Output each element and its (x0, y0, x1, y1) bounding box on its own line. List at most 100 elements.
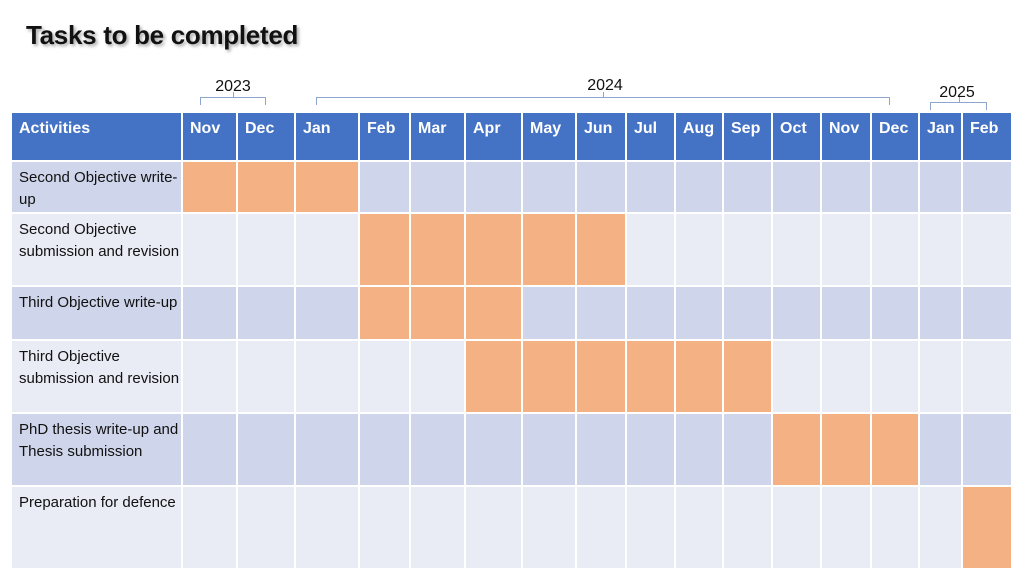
empty-cell (963, 214, 1013, 287)
empty-cell (872, 214, 920, 287)
empty-cell (773, 162, 822, 214)
empty-cell (523, 162, 577, 214)
empty-cell (411, 341, 466, 414)
empty-cell (360, 162, 411, 214)
task-bar-cell (360, 287, 411, 341)
task-bar-cell (577, 214, 627, 287)
empty-cell (920, 487, 963, 570)
empty-cell (577, 162, 627, 214)
task-bar-cell (963, 487, 1013, 570)
task-label: Second Objective write-up (12, 162, 183, 214)
empty-cell (411, 414, 466, 487)
task-label: Third Objective submission and revision (12, 341, 183, 414)
empty-cell (773, 487, 822, 570)
empty-cell (296, 214, 360, 287)
empty-cell (627, 214, 676, 287)
empty-cell (360, 414, 411, 487)
empty-cell (466, 162, 523, 214)
task-bar-cell (724, 341, 773, 414)
task-bar-cell (773, 414, 822, 487)
empty-cell (822, 162, 872, 214)
header-month: Apr (466, 113, 523, 162)
header-month: Feb (963, 113, 1013, 162)
empty-cell (238, 487, 296, 570)
empty-cell (920, 341, 963, 414)
empty-cell (238, 214, 296, 287)
task-bar-cell (577, 341, 627, 414)
task-bar-cell (466, 214, 523, 287)
empty-cell (627, 487, 676, 570)
task-bar-cell (822, 414, 872, 487)
empty-cell (523, 414, 577, 487)
header-month: Feb (360, 113, 411, 162)
empty-cell (724, 487, 773, 570)
empty-cell (724, 414, 773, 487)
empty-cell (183, 487, 238, 570)
empty-cell (627, 287, 676, 341)
empty-cell (724, 214, 773, 287)
empty-cell (296, 287, 360, 341)
task-label: PhD thesis write-up and Thesis submissio… (12, 414, 183, 487)
empty-cell (296, 487, 360, 570)
task-bar-cell (676, 341, 724, 414)
header-month: Mar (411, 113, 466, 162)
empty-cell (523, 287, 577, 341)
empty-cell (920, 214, 963, 287)
task-bar-cell (238, 162, 296, 214)
header-month: Aug (676, 113, 724, 162)
empty-cell (411, 487, 466, 570)
header-month: Jan (920, 113, 963, 162)
empty-cell (872, 341, 920, 414)
empty-cell (238, 341, 296, 414)
header-month: Dec (238, 113, 296, 162)
task-bar-cell (872, 414, 920, 487)
task-bar-cell (627, 341, 676, 414)
header-month: Jun (577, 113, 627, 162)
empty-cell (724, 162, 773, 214)
empty-cell (360, 341, 411, 414)
empty-cell (872, 287, 920, 341)
empty-cell (773, 341, 822, 414)
empty-cell (676, 214, 724, 287)
empty-cell (183, 214, 238, 287)
empty-cell (822, 287, 872, 341)
empty-cell (183, 287, 238, 341)
gantt-table: Activities Nov Dec Jan Feb Mar Apr May Jun Jul Aug… (0, 0, 1024, 576)
task-bar-cell (296, 162, 360, 214)
header-month: May (523, 113, 577, 162)
empty-cell (822, 487, 872, 570)
empty-cell (773, 287, 822, 341)
empty-cell (822, 214, 872, 287)
header-month: Sep (724, 113, 773, 162)
task-bar-cell (523, 341, 577, 414)
task-label: Third Objective write-up (12, 287, 183, 341)
empty-cell (920, 287, 963, 341)
empty-cell (724, 287, 773, 341)
task-bar-cell (183, 162, 238, 214)
empty-cell (627, 414, 676, 487)
empty-cell (577, 287, 627, 341)
task-bar-cell (411, 214, 466, 287)
task-bar-cell (466, 287, 523, 341)
empty-cell (676, 487, 724, 570)
header-month: Nov (183, 113, 238, 162)
empty-cell (296, 341, 360, 414)
empty-cell (676, 414, 724, 487)
empty-cell (238, 414, 296, 487)
header-month: Jul (627, 113, 676, 162)
task-bar-cell (411, 287, 466, 341)
empty-cell (360, 487, 411, 570)
empty-cell (963, 162, 1013, 214)
empty-cell (577, 414, 627, 487)
empty-cell (577, 487, 627, 570)
empty-cell (183, 414, 238, 487)
empty-cell (963, 341, 1013, 414)
task-bar-cell (523, 214, 577, 287)
empty-cell (920, 414, 963, 487)
task-label: Second Objective submission and revision (12, 214, 183, 287)
empty-cell (627, 162, 676, 214)
empty-cell (822, 341, 872, 414)
empty-cell (466, 487, 523, 570)
header-month: Jan (296, 113, 360, 162)
empty-cell (872, 162, 920, 214)
